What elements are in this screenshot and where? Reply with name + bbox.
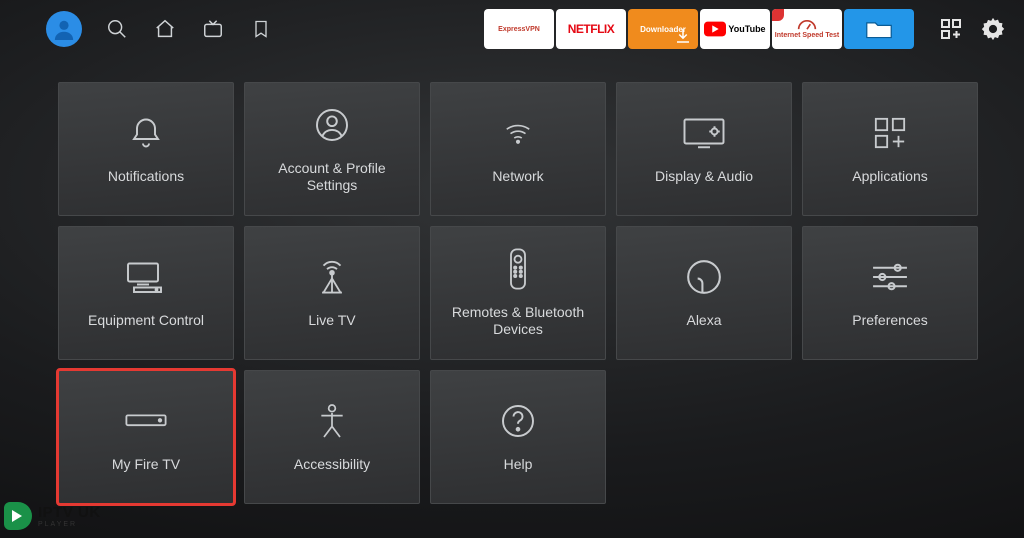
settings-tile-applications[interactable]: Applications (802, 82, 978, 216)
home-icon[interactable] (152, 16, 178, 42)
app-tile-speedtest[interactable]: Internet Speed Test (772, 9, 842, 49)
app-tile-youtube[interactable]: YouTube (700, 9, 770, 49)
apps-icon (869, 112, 911, 154)
settings-tile-account[interactable]: Account & Profile Settings (244, 82, 420, 216)
settings-tile-myfiretv[interactable]: My Fire TV (58, 370, 234, 504)
settings-grid: Notifications Account & Profile Settings N… (58, 82, 1006, 504)
equip-icon (125, 256, 167, 298)
app-tile-downloader[interactable]: Downloader (628, 9, 698, 49)
tile-label: Account & Profile Settings (253, 160, 411, 195)
settings-tile-preferences[interactable]: Preferences (802, 226, 978, 360)
app-label: Internet Speed Test (775, 32, 839, 39)
settings-tile-equipment[interactable]: Equipment Control (58, 226, 234, 360)
app-tile-expressvpn[interactable]: ExpressVPN (484, 9, 554, 49)
app-tile-netflix[interactable]: NETFLIX (556, 9, 626, 49)
bell-icon (125, 112, 167, 154)
device-icon (125, 400, 167, 442)
remote-icon (497, 248, 539, 290)
top-bar: ExpressVPN NETFLIX Downloader YouTube In… (0, 0, 1024, 58)
tile-label: Help (504, 456, 533, 474)
nav-icons (104, 16, 274, 42)
watermark-brand: IPTV UK (38, 504, 101, 521)
apps-grid-icon[interactable] (936, 14, 966, 44)
watermark-logo-icon (4, 502, 32, 530)
alexa-icon (683, 256, 725, 298)
settings-gear-icon[interactable] (978, 14, 1008, 44)
system-icons (936, 14, 1008, 44)
tile-label: Preferences (852, 312, 927, 330)
sliders-icon (869, 256, 911, 298)
settings-tile-livetv[interactable]: Live TV (244, 226, 420, 360)
tile-label: Live TV (308, 312, 355, 330)
profile-avatar[interactable] (46, 11, 82, 47)
search-icon[interactable] (104, 16, 130, 42)
live-tv-icon[interactable] (200, 16, 226, 42)
tile-label: Network (492, 168, 543, 186)
settings-tile-accessibility[interactable]: Accessibility (244, 370, 420, 504)
wifi-icon (497, 112, 539, 154)
tile-label: Alexa (686, 312, 721, 330)
app-label: YouTube (728, 24, 765, 34)
app-label: ExpressVPN (498, 26, 540, 33)
settings-tile-help[interactable]: Help (430, 370, 606, 504)
tile-label: My Fire TV (112, 456, 180, 474)
help-icon (497, 400, 539, 442)
tile-label: Display & Audio (655, 168, 753, 186)
tile-label: Accessibility (294, 456, 370, 474)
tile-label: Notifications (108, 168, 184, 186)
app-shortcuts-row: ExpressVPN NETFLIX Downloader YouTube In… (484, 9, 914, 49)
antenna-icon (311, 256, 353, 298)
tile-label: Remotes & Bluetooth Devices (439, 304, 597, 339)
settings-tile-remotes[interactable]: Remotes & Bluetooth Devices (430, 226, 606, 360)
person-icon (311, 400, 353, 442)
tile-label: Equipment Control (88, 312, 204, 330)
new-badge-icon (772, 9, 784, 21)
display-icon (683, 112, 725, 154)
app-tile-esfile[interactable] (844, 9, 914, 49)
settings-tile-network[interactable]: Network (430, 82, 606, 216)
settings-tile-notifications[interactable]: Notifications (58, 82, 234, 216)
settings-tile-display[interactable]: Display & Audio (616, 82, 792, 216)
settings-tile-alexa[interactable]: Alexa (616, 226, 792, 360)
tile-label: Applications (852, 168, 928, 186)
watermark-sub: PLAYER (38, 521, 101, 528)
settings-grid-container: Notifications Account & Profile Settings N… (0, 58, 1024, 504)
bookmark-icon[interactable] (248, 16, 274, 42)
app-label: NETFLIX (568, 22, 615, 36)
watermark: IPTV UK PLAYER (4, 502, 101, 530)
profile-icon (311, 104, 353, 146)
